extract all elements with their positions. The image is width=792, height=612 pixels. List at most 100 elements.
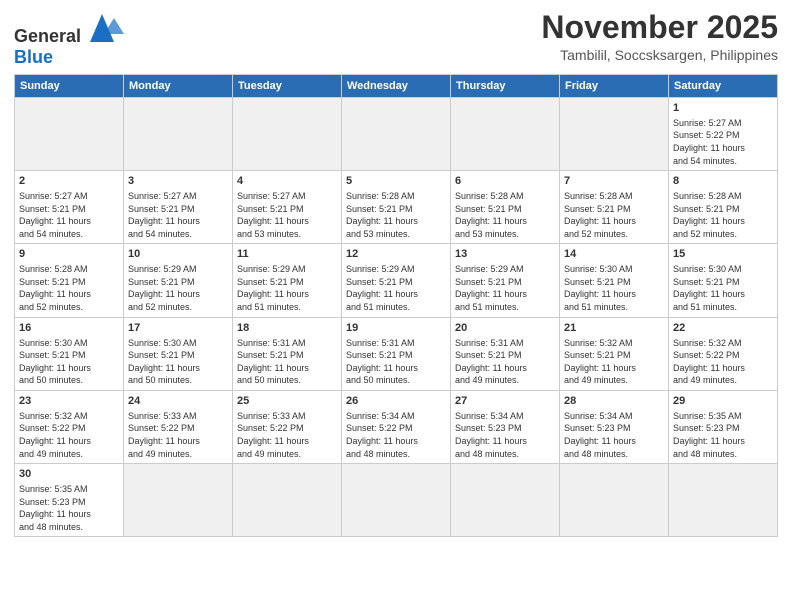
day-info: Sunrise: 5:27 AM Sunset: 5:21 PM Dayligh… bbox=[237, 190, 337, 240]
calendar-cell: 14Sunrise: 5:30 AM Sunset: 5:21 PM Dayli… bbox=[560, 244, 669, 317]
day-info: Sunrise: 5:30 AM Sunset: 5:21 PM Dayligh… bbox=[564, 263, 664, 313]
day-number: 30 bbox=[19, 467, 119, 482]
calendar-cell: 19Sunrise: 5:31 AM Sunset: 5:21 PM Dayli… bbox=[342, 317, 451, 390]
col-header-saturday: Saturday bbox=[669, 75, 778, 98]
day-info: Sunrise: 5:35 AM Sunset: 5:23 PM Dayligh… bbox=[19, 483, 119, 533]
day-info: Sunrise: 5:31 AM Sunset: 5:21 PM Dayligh… bbox=[455, 337, 555, 387]
day-number: 13 bbox=[455, 247, 555, 262]
day-number: 16 bbox=[19, 321, 119, 336]
day-number: 29 bbox=[673, 394, 773, 409]
calendar-cell: 27Sunrise: 5:34 AM Sunset: 5:23 PM Dayli… bbox=[451, 390, 560, 463]
day-number: 20 bbox=[455, 321, 555, 336]
calendar-cell: 8Sunrise: 5:28 AM Sunset: 5:21 PM Daylig… bbox=[669, 171, 778, 244]
day-number: 25 bbox=[237, 394, 337, 409]
col-header-tuesday: Tuesday bbox=[233, 75, 342, 98]
calendar-cell-empty bbox=[124, 464, 233, 537]
col-header-thursday: Thursday bbox=[451, 75, 560, 98]
col-header-friday: Friday bbox=[560, 75, 669, 98]
calendar-cell: 10Sunrise: 5:29 AM Sunset: 5:21 PM Dayli… bbox=[124, 244, 233, 317]
day-info: Sunrise: 5:28 AM Sunset: 5:21 PM Dayligh… bbox=[455, 190, 555, 240]
day-info: Sunrise: 5:28 AM Sunset: 5:21 PM Dayligh… bbox=[19, 263, 119, 313]
calendar-cell: 4Sunrise: 5:27 AM Sunset: 5:21 PM Daylig… bbox=[233, 171, 342, 244]
day-number: 4 bbox=[237, 174, 337, 189]
day-number: 5 bbox=[346, 174, 446, 189]
calendar-cell: 28Sunrise: 5:34 AM Sunset: 5:23 PM Dayli… bbox=[560, 390, 669, 463]
page: General Blue November 2025 Tambilil, Soc… bbox=[0, 0, 792, 612]
day-number: 11 bbox=[237, 247, 337, 262]
calendar-cell: 16Sunrise: 5:30 AM Sunset: 5:21 PM Dayli… bbox=[15, 317, 124, 390]
day-info: Sunrise: 5:27 AM Sunset: 5:21 PM Dayligh… bbox=[128, 190, 228, 240]
calendar-cell: 26Sunrise: 5:34 AM Sunset: 5:22 PM Dayli… bbox=[342, 390, 451, 463]
calendar-cell: 22Sunrise: 5:32 AM Sunset: 5:22 PM Dayli… bbox=[669, 317, 778, 390]
logo-general: General bbox=[14, 26, 81, 46]
title-area: November 2025 Tambilil, Soccsksargen, Ph… bbox=[541, 10, 778, 63]
day-info: Sunrise: 5:32 AM Sunset: 5:22 PM Dayligh… bbox=[673, 337, 773, 387]
day-number: 22 bbox=[673, 321, 773, 336]
logo-blue: Blue bbox=[14, 47, 53, 67]
day-info: Sunrise: 5:35 AM Sunset: 5:23 PM Dayligh… bbox=[673, 410, 773, 460]
day-info: Sunrise: 5:29 AM Sunset: 5:21 PM Dayligh… bbox=[237, 263, 337, 313]
calendar-week-0: 1Sunrise: 5:27 AM Sunset: 5:22 PM Daylig… bbox=[15, 98, 778, 171]
day-info: Sunrise: 5:27 AM Sunset: 5:22 PM Dayligh… bbox=[673, 117, 773, 167]
calendar-cell: 13Sunrise: 5:29 AM Sunset: 5:21 PM Dayli… bbox=[451, 244, 560, 317]
day-info: Sunrise: 5:28 AM Sunset: 5:21 PM Dayligh… bbox=[673, 190, 773, 240]
day-info: Sunrise: 5:34 AM Sunset: 5:23 PM Dayligh… bbox=[455, 410, 555, 460]
calendar-header-row: SundayMondayTuesdayWednesdayThursdayFrid… bbox=[15, 75, 778, 98]
day-info: Sunrise: 5:30 AM Sunset: 5:21 PM Dayligh… bbox=[673, 263, 773, 313]
day-number: 14 bbox=[564, 247, 664, 262]
day-info: Sunrise: 5:28 AM Sunset: 5:21 PM Dayligh… bbox=[564, 190, 664, 240]
day-info: Sunrise: 5:34 AM Sunset: 5:23 PM Dayligh… bbox=[564, 410, 664, 460]
day-info: Sunrise: 5:31 AM Sunset: 5:21 PM Dayligh… bbox=[346, 337, 446, 387]
calendar-cell: 3Sunrise: 5:27 AM Sunset: 5:21 PM Daylig… bbox=[124, 171, 233, 244]
day-number: 9 bbox=[19, 247, 119, 262]
day-number: 27 bbox=[455, 394, 555, 409]
calendar-cell: 11Sunrise: 5:29 AM Sunset: 5:21 PM Dayli… bbox=[233, 244, 342, 317]
calendar-week-2: 9Sunrise: 5:28 AM Sunset: 5:21 PM Daylig… bbox=[15, 244, 778, 317]
day-number: 21 bbox=[564, 321, 664, 336]
calendar-table: SundayMondayTuesdayWednesdayThursdayFrid… bbox=[14, 74, 778, 537]
day-info: Sunrise: 5:27 AM Sunset: 5:21 PM Dayligh… bbox=[19, 190, 119, 240]
header: General Blue November 2025 Tambilil, Soc… bbox=[14, 10, 778, 68]
calendar-cell: 25Sunrise: 5:33 AM Sunset: 5:22 PM Dayli… bbox=[233, 390, 342, 463]
calendar-cell-empty bbox=[124, 98, 233, 171]
day-number: 26 bbox=[346, 394, 446, 409]
day-number: 19 bbox=[346, 321, 446, 336]
calendar-cell: 2Sunrise: 5:27 AM Sunset: 5:21 PM Daylig… bbox=[15, 171, 124, 244]
day-number: 18 bbox=[237, 321, 337, 336]
day-number: 10 bbox=[128, 247, 228, 262]
day-info: Sunrise: 5:29 AM Sunset: 5:21 PM Dayligh… bbox=[346, 263, 446, 313]
day-info: Sunrise: 5:34 AM Sunset: 5:22 PM Dayligh… bbox=[346, 410, 446, 460]
calendar-cell: 17Sunrise: 5:30 AM Sunset: 5:21 PM Dayli… bbox=[124, 317, 233, 390]
calendar-cell-empty bbox=[233, 98, 342, 171]
calendar-cell: 15Sunrise: 5:30 AM Sunset: 5:21 PM Dayli… bbox=[669, 244, 778, 317]
day-info: Sunrise: 5:28 AM Sunset: 5:21 PM Dayligh… bbox=[346, 190, 446, 240]
calendar-cell-empty bbox=[669, 464, 778, 537]
calendar-week-5: 30Sunrise: 5:35 AM Sunset: 5:23 PM Dayli… bbox=[15, 464, 778, 537]
calendar-cell-empty bbox=[451, 98, 560, 171]
calendar-cell: 23Sunrise: 5:32 AM Sunset: 5:22 PM Dayli… bbox=[15, 390, 124, 463]
calendar-cell-empty bbox=[560, 464, 669, 537]
day-info: Sunrise: 5:29 AM Sunset: 5:21 PM Dayligh… bbox=[455, 263, 555, 313]
day-number: 23 bbox=[19, 394, 119, 409]
calendar-cell-empty bbox=[451, 464, 560, 537]
col-header-monday: Monday bbox=[124, 75, 233, 98]
day-number: 6 bbox=[455, 174, 555, 189]
day-number: 28 bbox=[564, 394, 664, 409]
calendar-cell-empty bbox=[15, 98, 124, 171]
calendar-cell-empty bbox=[560, 98, 669, 171]
calendar-cell: 6Sunrise: 5:28 AM Sunset: 5:21 PM Daylig… bbox=[451, 171, 560, 244]
col-header-sunday: Sunday bbox=[15, 75, 124, 98]
day-number: 1 bbox=[673, 101, 773, 116]
calendar-cell: 30Sunrise: 5:35 AM Sunset: 5:23 PM Dayli… bbox=[15, 464, 124, 537]
col-header-wednesday: Wednesday bbox=[342, 75, 451, 98]
calendar-cell: 20Sunrise: 5:31 AM Sunset: 5:21 PM Dayli… bbox=[451, 317, 560, 390]
calendar-week-4: 23Sunrise: 5:32 AM Sunset: 5:22 PM Dayli… bbox=[15, 390, 778, 463]
calendar-cell: 5Sunrise: 5:28 AM Sunset: 5:21 PM Daylig… bbox=[342, 171, 451, 244]
calendar-week-3: 16Sunrise: 5:30 AM Sunset: 5:21 PM Dayli… bbox=[15, 317, 778, 390]
day-number: 12 bbox=[346, 247, 446, 262]
calendar-cell-empty bbox=[233, 464, 342, 537]
calendar-cell: 9Sunrise: 5:28 AM Sunset: 5:21 PM Daylig… bbox=[15, 244, 124, 317]
day-info: Sunrise: 5:33 AM Sunset: 5:22 PM Dayligh… bbox=[237, 410, 337, 460]
day-number: 7 bbox=[564, 174, 664, 189]
day-number: 17 bbox=[128, 321, 228, 336]
